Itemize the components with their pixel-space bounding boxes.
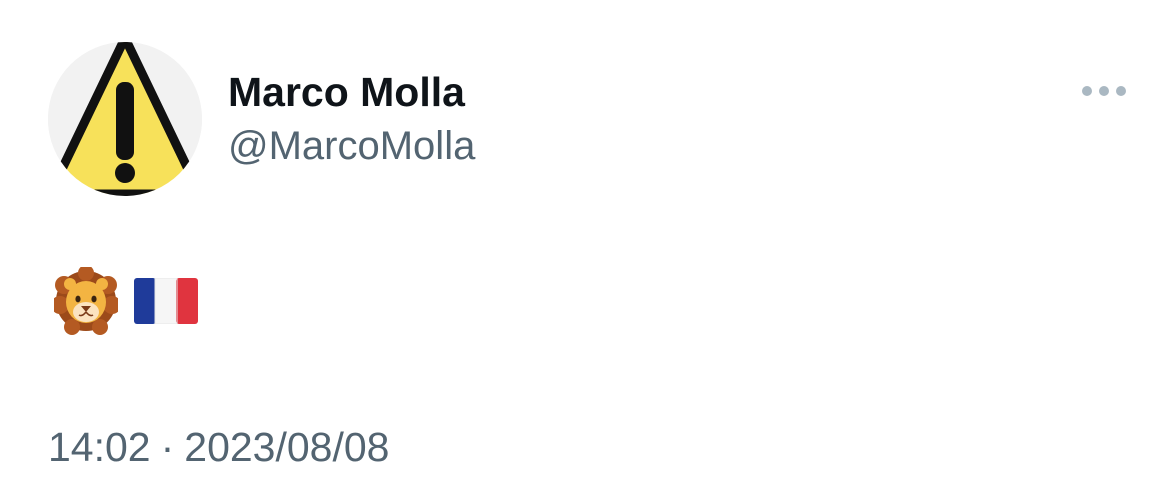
tweet-timestamp[interactable]: 14:02 · 2023/08/08: [48, 421, 389, 473]
user-handle[interactable]: @MarcoMolla: [228, 122, 475, 170]
warning-sign-icon: [48, 42, 202, 196]
more-options-icon: [1082, 86, 1126, 96]
tweet-time: 14:02: [48, 424, 151, 470]
france-flag-icon: [134, 278, 198, 324]
tweet-date: 2023/08/08: [184, 424, 390, 470]
tweet-card: Marco Molla @MarcoMolla 14:02 · 2023/08/…: [0, 0, 1174, 498]
display-name[interactable]: Marco Molla: [228, 68, 465, 116]
timestamp-separator: ·: [160, 424, 175, 470]
lion-face-icon: [54, 267, 118, 335]
more-options-button[interactable]: [1078, 76, 1130, 106]
tweet-text: [54, 266, 198, 336]
avatar[interactable]: [48, 42, 202, 196]
